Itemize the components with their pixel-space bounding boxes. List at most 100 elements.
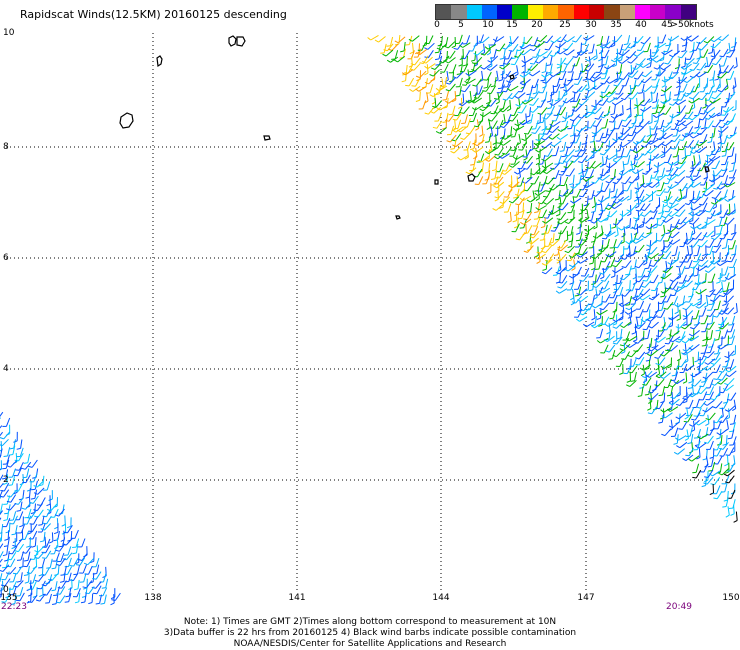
wind-barb-flag [705,246,710,248]
latitude-label: 6 [3,253,9,263]
wind-barb [45,550,52,559]
wind-barb [672,239,681,245]
wind-barb [507,203,512,213]
wind-barb-flag [572,56,577,58]
wind-barb [42,475,45,485]
wind-barb [735,57,738,67]
wind-barb [685,336,693,344]
wind-barb [632,357,637,367]
wind-barb [563,141,567,151]
wind-barb [734,153,737,163]
wind-barb-flag [612,319,617,323]
time-left: 22:23 [1,602,27,612]
wind-barb [733,455,736,465]
wind-barb-flag [557,40,562,43]
wind-barb [478,176,484,185]
wind-barb-flag [673,442,678,445]
wind-barb [720,377,728,385]
wind-barb-flag [435,87,440,92]
wind-barb-flag [435,130,440,134]
wind-barb [695,232,702,240]
wind-barb-flag [470,59,476,62]
wind-barb-flag [710,299,715,302]
wind-barb-flag [716,437,721,440]
wind-barb [608,188,611,198]
wind-barb-flag [590,221,595,224]
wind-barb-flag [640,373,645,377]
wind-barb-flag [652,59,657,63]
wind-barb [664,49,673,56]
wind-barb [665,146,673,154]
wind-barb [584,168,589,177]
wind-barb-flag [673,451,678,455]
wind-barb-flag [652,101,657,104]
wind-barb-flag [484,171,489,174]
wind-barb-flag [618,138,623,141]
wind-barb-flag [677,56,682,59]
wind-barb-flag [571,267,576,271]
wind-barb-flag [711,96,716,100]
wind-barb [585,90,590,100]
wind-barb [563,63,569,73]
wind-barb [631,91,639,100]
wind-barb [612,247,616,257]
wind-barb [495,160,498,170]
wind-barb [499,43,506,52]
wind-barb [19,586,24,596]
wind-barb [421,42,427,51]
wind-barb [672,231,680,239]
wind-barb [637,182,639,192]
wind-barb-flag [56,593,61,595]
wind-barb-flag [721,155,726,157]
wind-barb [595,189,603,197]
wind-barb-flag [707,322,713,325]
wind-barb [604,183,610,192]
wind-barb-flag [672,135,677,137]
wind-barb [706,168,708,178]
wind-barb [678,76,681,86]
wind-barb [559,260,562,270]
wind-barb [605,155,608,165]
wind-barb-flag [493,147,498,150]
wind-barb-flag [542,268,547,271]
wind-barb-flag [536,261,541,264]
wind-barb [566,84,574,92]
wind-barb [544,119,546,129]
wind-barb [503,139,511,146]
longitude-label: 147 [577,593,595,603]
wind-barb [685,280,693,288]
wind-barb-flag [560,86,565,89]
wind-barb [613,309,616,319]
wind-barb [644,85,653,92]
wind-barb [507,188,512,198]
wind-barb-flag [611,197,616,199]
wind-barb-flag [627,140,632,142]
wind-barb-flag [660,155,665,159]
wind-barb-flag [534,192,539,196]
wind-barb [635,316,639,326]
wind-barb [64,515,66,525]
wind-barb-flag [625,288,630,291]
wind-barb [448,113,455,122]
wind-barb [691,113,700,121]
wind-barb [585,175,594,182]
wind-barb [734,77,737,87]
wind-barb [712,251,715,261]
wind-barb-flag [707,465,712,468]
wind-barb [383,43,387,53]
wind-barb [587,91,596,98]
wind-barb-flag [415,88,420,92]
wind-barb [695,463,700,473]
wind-barb [630,107,632,117]
wind-barb [678,209,686,217]
wind-barb-flag [609,121,614,123]
wind-barb-flag [499,125,505,129]
wind-barb [685,120,694,127]
wind-barb [518,188,526,197]
wind-barb-flag [626,380,631,383]
wind-barb [649,399,652,409]
wind-barb [614,188,618,198]
wind-barb [519,232,526,241]
wind-barb [651,181,660,188]
wind-barb-flag [582,178,587,182]
